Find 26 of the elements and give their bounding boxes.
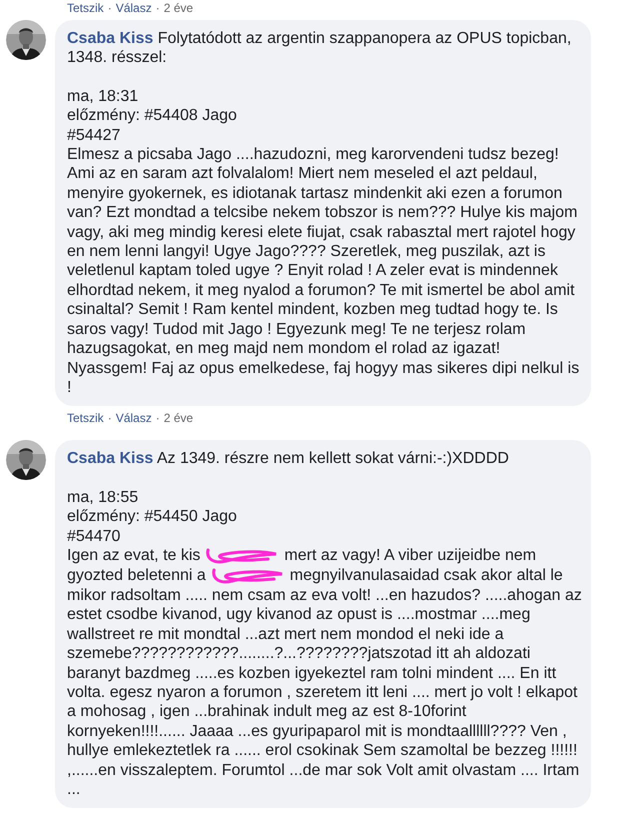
author-link[interactable]: Csaba Kiss [67,30,154,47]
post-id: #54427 [67,126,122,146]
comment-text: Igen az evat, te kis [67,546,200,566]
separator-dot: · [108,410,112,426]
timestamp: 2 éve [164,410,194,426]
post-time: ma, 18:55 [67,488,140,508]
post-id: #54470 [67,526,122,546]
comment-text: mikor radsoltam ..... nem csam az eva volt! ...en hazudos? .....ahogan az estet csodbe kivanod, ugy kivanod az opust is ....mostmar ....meg wallstreet re mit mondtal ...azt mert nem mondod el neki ide a szemebe????????????........?...????????jatszotad itt ah aldozati baranyt bazdmeg .....es kozben igyekeztel ram tolni mindent .... En itt volta. egesz nyaron a forumon , szeretem itt leni .... mert jo volt ! elkapot a mohosag , igen ...brahinak indult meg az est 8-10forint kornyeken!!!!...... Jaaaa ...es gyuripaparol mit is mondtaallllll???? Ven , hullye emlekeztetlek ra ...... erol csokinak Sem szamoltal be bezzeg !!!!!! ,......en visszaleptem. Forumtol ...de mar sok Volt amit olvastam .... Irtam ... [67,586,583,800]
reply-reference: előzmény: #54408 Jago [67,106,238,126]
separator-dot: · [156,0,160,16]
reply-link[interactable]: Válasz [116,410,152,426]
like-link[interactable]: Tetszik [67,410,104,426]
separator-dot: · [108,0,112,16]
reply-link[interactable]: Válasz [116,0,152,16]
separator-dot: · [156,410,160,426]
reply-reference: előzmény: #54450 Jago [67,507,238,527]
comment-text: megnyilvanulasaidad csak akor altal le [290,566,563,586]
comment-text: mert az vagy! A viber uzijeidbe nem [284,546,536,566]
comment-text: gyozted beletenni a [67,566,206,586]
comment-text: Elmesz a picsaba Jago ....hazudozni, meg karorvendeni tudsz bezeg! Ami az en saram azt folvalalom! Miert nem meseled el azt peldaul, menyire gyokernek, es idiotanak tartasz mindenkit aki ezen a forumon van? Ezt mondtad a telcsibe nekem tobszor is nem??? Hulye kis majom vagy, aki meg mindig keresi elete fiujat, csak rabasztal mert rajotel hogy en nem lenni langyi! Ugye Jago???? Szeretlek, meg puszilak, azt is veletlenul kaptam toled ugye ? Enyit rolad ! A zeler evat is mindennek elhordtad nekem, it meg nyalod a forumon? Te mit ismertel be abol amit csinaltal? Semit ! Ram kentel mindent, kozben meg tudtad hogy te. Is saros vagy! Tudod mit Jago ! Egyezunk meg! Te ne terjesz rolam hazugsagokat, en meg majd nem mondom el rolad az igazat! Nyassgem! Faj az opus emelkedese, faj hogyy mas sikeres dipi nelkul is ! [67,145,580,398]
comment-headline: Csaba Kiss Az 1349. részre nem kellett sokat várni:-:)XDDDD [67,449,510,469]
comment-headline: Csaba Kiss Folytatódott az argentin szappanopera az OPUS topicban, 1348. résszel: [67,29,572,68]
author-link[interactable]: Csaba Kiss [67,450,154,468]
post-time: ma, 18:31 [67,86,140,106]
timestamp: 2 éve [164,0,194,16]
like-link[interactable]: Tetszik [67,0,104,16]
